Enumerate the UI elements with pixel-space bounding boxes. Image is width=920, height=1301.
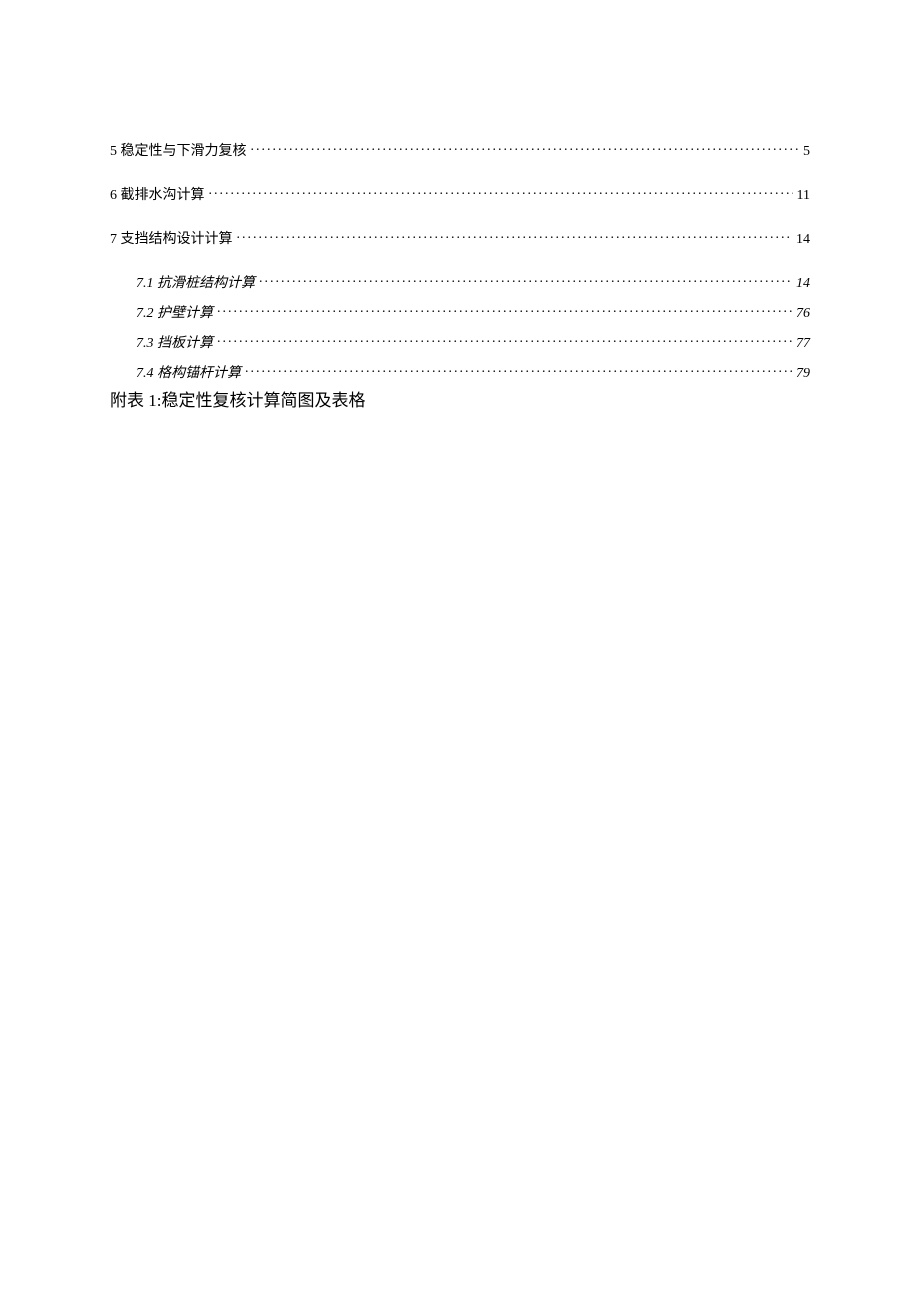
toc-dot-leader [251,141,800,155]
toc-dot-leader [259,273,792,287]
toc-subentry-page: 76 [796,306,810,322]
toc-subentry: 7.2 护壁计算 76 [110,302,810,322]
toc-subentry-page: 77 [796,336,810,352]
toc-entry: 7 支挡结构设计计算 14 [110,228,810,248]
toc-dot-leader [237,229,793,243]
toc-dot-leader [209,185,793,199]
toc-subentry: 7.4 格构锚杆计算 79 [110,362,810,382]
toc-entry-label: 7 支挡结构设计计算 [110,228,233,248]
toc-entry-page: 11 [797,188,810,204]
toc-dot-leader [245,363,792,377]
toc-subentry-page: 79 [796,366,810,382]
toc-dot-leader [217,333,792,347]
toc-entry-page: 14 [796,232,810,248]
toc-entry-label: 5 稳定性与下滑力复核 [110,140,247,160]
toc-subentry-label: 7.4 格构锚杆计算 [136,362,241,382]
toc-subentry-label: 7.1 抗滑桩结构计算 [136,272,255,292]
toc-entry-page: 5 [803,144,810,160]
toc-subentry: 7.1 抗滑桩结构计算 14 [110,272,810,292]
toc-entry-label: 6 截排水沟计算 [110,184,205,204]
toc-subentry-label: 7.2 护壁计算 [136,302,213,322]
toc-entry: 6 截排水沟计算 11 [110,184,810,204]
toc-subentry-page: 14 [796,276,810,292]
toc-entry: 5 稳定性与下滑力复核 5 [110,140,810,160]
toc-dot-leader [217,303,792,317]
toc-container: 5 稳定性与下滑力复核 5 6 截排水沟计算 11 7 支挡结构设计计算 14 … [110,140,810,414]
appendix-title: 附表 1:稳定性复核计算简图及表格 [110,388,810,414]
toc-subentry: 7.3 挡板计算 77 [110,332,810,352]
toc-subentry-label: 7.3 挡板计算 [136,332,213,352]
